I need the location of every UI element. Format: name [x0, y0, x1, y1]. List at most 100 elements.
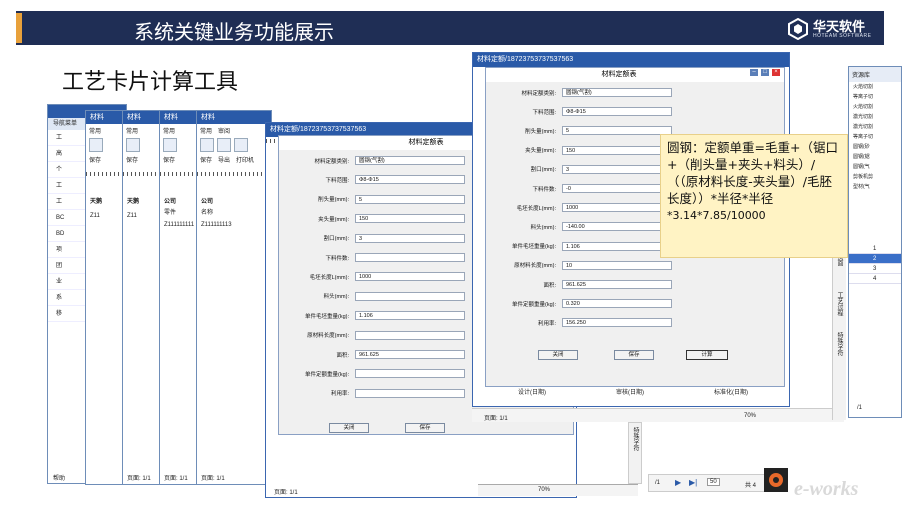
side-tab-process[interactable]: 工艺过程	[835, 292, 844, 316]
grid-row[interactable]: 2	[849, 254, 901, 264]
calculate-button[interactable]: 计算	[686, 350, 728, 360]
side-tab-special-char[interactable]: 特殊字符	[835, 332, 844, 356]
field-label: 材料定额类别:	[521, 90, 556, 97]
tree-item[interactable]: 等离子切	[849, 132, 901, 142]
pager-page: /1	[655, 480, 661, 486]
save-button[interactable]: 保存	[405, 423, 445, 433]
front-status-bar: 页面: 1/1 70%	[472, 408, 844, 422]
field-input[interactable]	[355, 330, 465, 340]
zoom-level: 70%	[744, 413, 757, 419]
close-button[interactable]: 关闭	[329, 423, 369, 433]
tree-item[interactable]: 激光切割	[849, 122, 901, 132]
page-indicator: 页面: 1/1	[274, 490, 298, 496]
field-input[interactable]: 3	[562, 164, 672, 174]
brand-subtitle: HOTEAM SOFTWARE	[813, 33, 872, 39]
field-label: 原材料长度(mm):	[307, 333, 349, 340]
doc-window-4-titlebar[interactable]: 材料	[197, 111, 271, 124]
grid-row[interactable]: 4	[849, 274, 901, 284]
tree-item[interactable]: 型材(气	[849, 182, 901, 192]
field-input[interactable]: 1000	[355, 272, 465, 282]
field-input[interactable]: 961.625	[355, 350, 465, 359]
front-window-titlebar[interactable]: 材料定额/18723753737537563	[473, 53, 789, 67]
header-accent	[16, 13, 22, 43]
field-row: 单件定额重量(kg):	[285, 369, 465, 379]
pager-next-icon[interactable]: ▶	[675, 478, 681, 487]
field-input[interactable]: Φ8-Φ15	[355, 175, 465, 185]
tree-item[interactable]: 圆钢(气	[849, 162, 901, 172]
save-button[interactable]: 保存	[614, 350, 654, 360]
zoom-level: 70%	[538, 487, 551, 493]
save-icon[interactable]	[126, 138, 140, 152]
approval-footer: 设计(日期) 审核(日期) 标准化(日期)	[483, 387, 783, 396]
field-input[interactable]: 1.106	[355, 311, 465, 321]
hoteam-logo-icon	[788, 18, 808, 40]
resource-tree: 火焰切割 等离子切 火焰切割 激光切割 激光切割 等离子切 圆钢(砂 圆钢(锯 圆钢(气 剪板机剪…	[849, 82, 901, 192]
field-input[interactable]: 1.106	[562, 241, 672, 251]
tree-item[interactable]: 火焰切割	[849, 102, 901, 112]
field-input[interactable]: 156.250	[562, 318, 672, 328]
pager-page: /1	[857, 405, 863, 411]
ribbon-tab-review[interactable]: 审阅	[218, 126, 230, 135]
field-input[interactable]: 圆钢(气割)	[562, 88, 672, 97]
eworks-logo-icon	[764, 468, 788, 492]
pager-last-icon[interactable]: ▶|	[689, 478, 697, 487]
minimize-icon[interactable]: –	[749, 68, 759, 77]
page-size-select[interactable]: 50	[707, 478, 720, 486]
field-input[interactable]: 961.625	[562, 280, 672, 289]
field-input[interactable]	[355, 388, 465, 398]
field-input[interactable]	[355, 253, 465, 262]
field-row: 下料件数:	[285, 253, 465, 262]
field-input[interactable]: 5	[355, 194, 465, 204]
field-input[interactable]: 圆钢(气割)	[355, 156, 465, 165]
field-row: 夹头量(mm): 150	[492, 145, 672, 155]
maximize-icon[interactable]: □	[760, 68, 770, 77]
save-icon[interactable]	[89, 138, 103, 152]
field-input[interactable]: -0	[562, 184, 672, 193]
field-input[interactable]: 1000	[562, 203, 672, 213]
tree-item[interactable]: 激光切割	[849, 112, 901, 122]
slide-title: 系统关键业务功能展示	[134, 20, 334, 44]
grid-row[interactable]: 3	[849, 264, 901, 274]
save-icon[interactable]	[200, 138, 214, 152]
dialog-title: 材料定额表	[601, 71, 637, 78]
tree-item[interactable]: 圆钢(砂	[849, 142, 901, 152]
resource-panel: 资源库 火焰切割 等离子切 火焰切割 激光切割 激光切割 等离子切 圆钢(砂 圆钢(锯 圆钢(气…	[848, 66, 902, 418]
grid-row[interactable]: 1	[849, 244, 901, 254]
dialog-titlebar: 材料定额表 – □ ×	[486, 68, 784, 82]
close-icon[interactable]: ×	[771, 68, 781, 77]
formula-text: 圆钢：定额单重=毛重+（锯口+（削头量+夹头+料头）/（（原材料长度-夹头量）/…	[667, 140, 838, 206]
save-icon[interactable]	[163, 138, 177, 152]
tree-item[interactable]: 剪板机剪	[849, 172, 901, 182]
side-tab-special-char-lower: 特殊字符	[628, 422, 642, 484]
side-tab-label[interactable]: 特殊字符	[631, 427, 640, 451]
field-label: 料头(mm):	[530, 224, 556, 231]
field-input[interactable]: 3	[355, 233, 465, 243]
tree-item[interactable]: 圆钢(锯	[849, 152, 901, 162]
close-button[interactable]: 关闭	[538, 350, 578, 360]
field-input[interactable]: 10	[562, 260, 672, 270]
field-label: 利用率:	[537, 320, 556, 327]
tree-item[interactable]: 火焰切割	[849, 82, 901, 92]
field-label: 毛坯长度L(mm):	[516, 205, 556, 212]
field-input[interactable]: -140.00	[562, 222, 672, 232]
field-input[interactable]	[355, 291, 465, 301]
field-label: 削头量(mm):	[525, 128, 556, 135]
doc-cell: 名称	[201, 210, 214, 216]
tree-item[interactable]: 等离子切	[849, 92, 901, 102]
field-input[interactable]: 0.320	[562, 299, 672, 309]
field-row: 料头(mm): -140.00	[492, 222, 672, 232]
page-indicator: 页面: 1/1	[201, 476, 225, 482]
field-row: 面积: 961.625	[285, 350, 465, 359]
field-label: 面积:	[336, 352, 349, 359]
field-label: 下料范围:	[325, 177, 349, 184]
section-heading: 工艺卡片计算工具	[62, 70, 239, 95]
field-input[interactable]: 150	[562, 145, 672, 155]
printer-icon[interactable]	[234, 138, 248, 152]
field-input[interactable]	[355, 369, 465, 379]
field-input[interactable]: Φ8-Φ15	[562, 107, 672, 117]
field-input[interactable]: 5	[562, 126, 672, 136]
help-link[interactable]: 帮助	[53, 473, 65, 482]
ribbon-tab[interactable]: 常用	[200, 126, 212, 135]
export-icon[interactable]	[217, 138, 231, 152]
field-input[interactable]: 150	[355, 214, 465, 224]
